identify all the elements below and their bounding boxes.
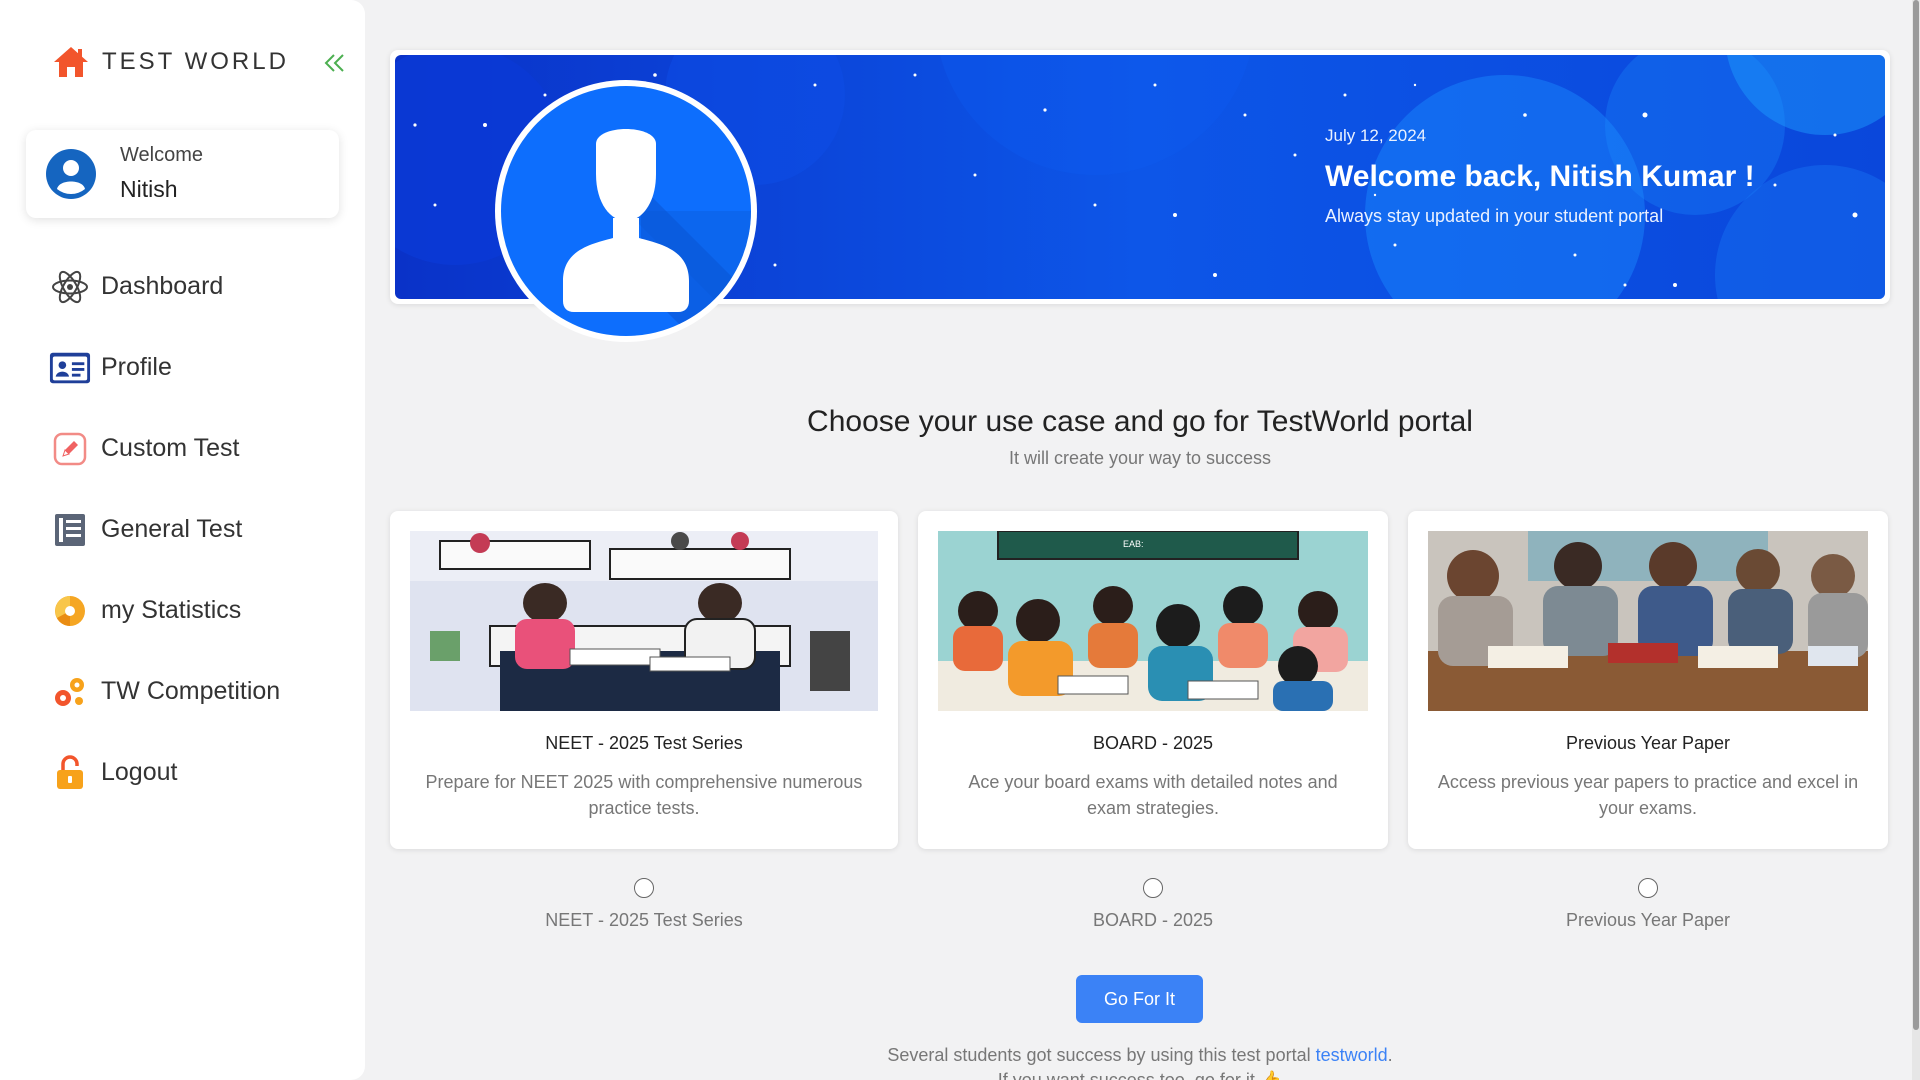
footer-text: Several students got success by using th… [390, 1045, 1890, 1066]
neet-students-illustration [410, 531, 878, 711]
sidebar: TEST WORLD Welcome Nitish Dashboard Prof… [0, 0, 365, 1080]
go-for-it-button[interactable]: Go For It [1076, 975, 1203, 1023]
radio-board[interactable] [1143, 878, 1163, 898]
sidebar-item-tw-competition[interactable]: TW Competition [0, 651, 365, 732]
sidebar-item-label: my Statistics [101, 596, 242, 624]
banner-subtitle: Always stay updated in your student port… [1325, 206, 1664, 226]
radio-label: BOARD - 2025 [1092, 910, 1214, 930]
card-title: NEET - 2025 Test Series [545, 733, 743, 753]
sidebar-item-label: Logout [101, 758, 178, 786]
sidebar-item-label: TW Competition [101, 677, 281, 705]
banner-date: July 12, 2024 [1325, 126, 1427, 145]
sidebar-item-statistics[interactable]: my Statistics [0, 570, 365, 651]
sidebar-nav: Dashboard Profile Custom Test General Te… [0, 246, 365, 813]
unlock-icon [49, 752, 91, 794]
banner-title: Welcome back, Nitish Kumar ! [1325, 160, 1755, 193]
welcome-card[interactable]: Welcome Nitish [26, 130, 339, 218]
card-previous-year[interactable]: Previous Year Paper Access previous year… [1408, 511, 1888, 849]
previous-year-students-photo [1428, 531, 1868, 711]
scrollbar-thumb[interactable] [1913, 0, 1919, 1030]
pie-chart-icon [49, 590, 91, 632]
board-students-illustration: EAB: [938, 531, 1368, 711]
brand-name: TEST WORLD [102, 48, 289, 75]
footer-text-line2: If you want success too, go for it 👍 [997, 1070, 1283, 1080]
sidebar-item-profile[interactable]: Profile [0, 327, 365, 408]
option-previous-year[interactable]: Previous Year Paper [1523, 878, 1773, 931]
testworld-link[interactable]: testworld [1316, 1045, 1388, 1065]
gears-icon [49, 671, 91, 713]
svg-text:EAB:: EAB: [1123, 539, 1144, 549]
sidebar-item-dashboard[interactable]: Dashboard [0, 246, 365, 327]
edit-icon [49, 428, 91, 470]
radio-neet[interactable] [634, 878, 654, 898]
welcome-name: Nitish [120, 176, 178, 202]
scrollbar[interactable] [1912, 0, 1920, 1080]
home-icon [52, 45, 90, 79]
id-card-icon [49, 347, 91, 389]
card-description: Prepare for NEET 2025 with comprehensive… [425, 772, 863, 818]
radio-label: NEET - 2025 Test Series [545, 910, 743, 930]
sidebar-item-custom-test[interactable]: Custom Test [0, 408, 365, 489]
user-avatar-icon [45, 148, 97, 200]
sidebar-item-label: Dashboard [101, 272, 224, 300]
option-neet[interactable]: NEET - 2025 Test Series [518, 878, 770, 931]
sidebar-item-logout[interactable]: Logout [0, 732, 365, 813]
profile-picture-inner [501, 86, 751, 336]
sidebar-item-label: General Test [101, 515, 243, 543]
sidebar-item-general-test[interactable]: General Test [0, 489, 365, 570]
card-title: BOARD - 2025 [1092, 733, 1214, 753]
sidebar-item-label: Custom Test [101, 434, 240, 462]
page-subtitle: It will create your way to success [1008, 448, 1272, 468]
footer-text-main: Several students got success by using th… [887, 1045, 1316, 1065]
footer-text-end: . [1387, 1045, 1393, 1065]
brand[interactable]: TEST WORLD [52, 45, 289, 79]
page-title: Choose your use case and go for TestWorl… [807, 405, 1473, 438]
sidebar-item-label: Profile [101, 353, 172, 381]
card-neet[interactable]: NEET - 2025 Test Series Prepare for NEET… [390, 511, 898, 849]
atom-icon [49, 266, 91, 308]
collapse-sidebar-icon[interactable] [322, 50, 348, 76]
welcome-label: Welcome [120, 144, 203, 166]
card-description: Access previous year papers to practice … [1437, 772, 1859, 818]
card-description: Ace your board exams with detailed notes… [968, 772, 1338, 818]
radio-previous-year[interactable] [1638, 878, 1658, 898]
profile-picture[interactable] [495, 80, 757, 342]
list-icon [49, 509, 91, 551]
card-board[interactable]: EAB: BOARD - 2025 Ace your board exams w… [918, 511, 1388, 849]
radio-label: Previous Year Paper [1565, 910, 1731, 930]
card-title: Previous Year Paper [1565, 733, 1731, 753]
option-board[interactable]: BOARD - 2025 [1028, 878, 1278, 931]
user-silhouette-icon [563, 129, 751, 336]
